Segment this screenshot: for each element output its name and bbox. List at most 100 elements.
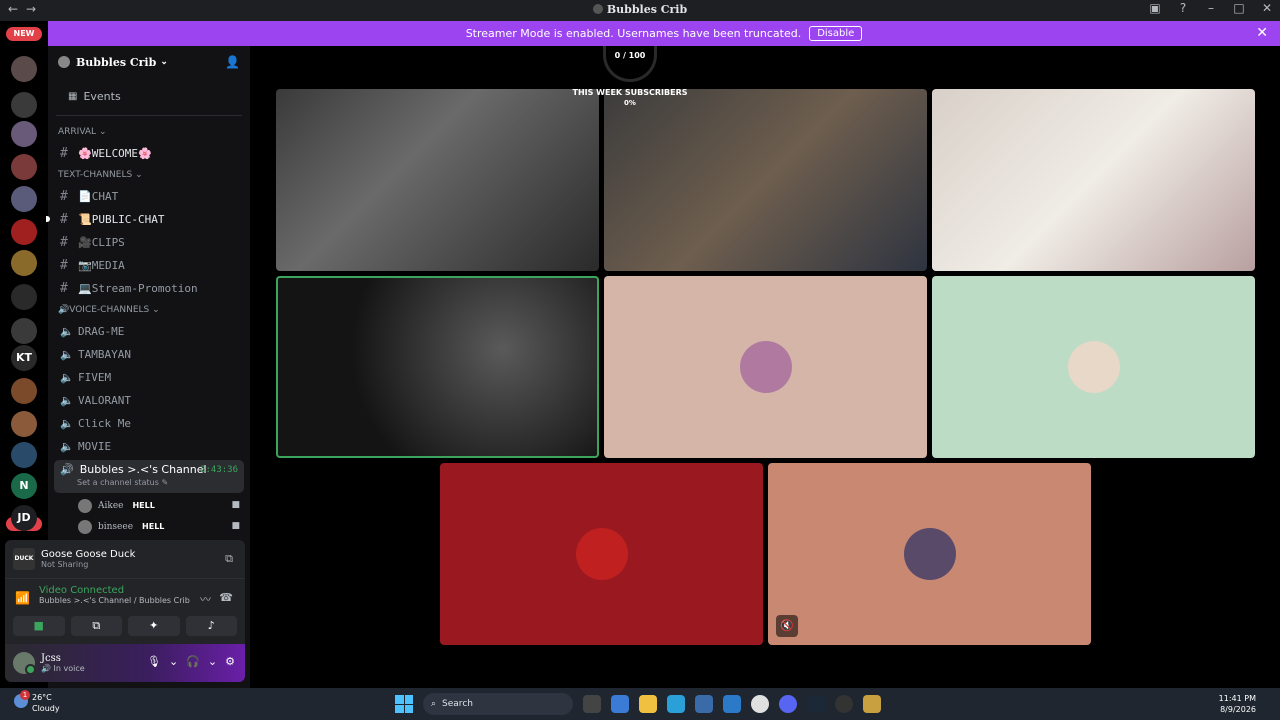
- weather-widget[interactable]: 1 26°C Cloudy: [14, 690, 60, 714]
- server-icon[interactable]: JD: [11, 505, 37, 531]
- activities-button[interactable]: ✦: [128, 616, 180, 636]
- category-header[interactable]: 🔊VOICE-CHANNELS ⌄: [48, 300, 250, 320]
- taskbar-search[interactable]: ⌕ Search: [423, 693, 573, 715]
- server-avatar: [58, 56, 70, 68]
- store-icon[interactable]: [695, 695, 713, 713]
- voice-channel[interactable]: 🔈 TAMBAYAN: [48, 343, 250, 366]
- weekly-subscribers: THIS WEEK SUBSCRIBERS 0%: [565, 88, 695, 107]
- server-icon[interactable]: [11, 56, 37, 82]
- nav-arrows[interactable]: ←→: [8, 2, 44, 16]
- voice-user[interactable]: binseee HELL ■: [48, 516, 250, 537]
- video-tile[interactable]: [932, 89, 1255, 271]
- text-channel[interactable]: # 🎥CLIPS: [48, 231, 250, 254]
- microphone-icon[interactable]: 🎙: [147, 655, 161, 668]
- username[interactable]: Jcss: [41, 653, 85, 664]
- clock[interactable]: 11:41 PM 8/9/2026: [1219, 693, 1256, 715]
- chevron-down-icon: ⌄: [160, 57, 168, 67]
- events-item[interactable]: ▦ Events: [56, 78, 242, 116]
- window-title: Bubbles Crib: [0, 3, 1280, 16]
- channel-name: 💻Stream-Promotion: [78, 282, 198, 295]
- minimize-icon[interactable]: –: [1204, 1, 1218, 15]
- disconnect-icon[interactable]: ☎: [219, 591, 233, 604]
- chrome-icon[interactable]: [751, 695, 769, 713]
- channel-status-button[interactable]: Set a channel status ✎: [77, 478, 238, 487]
- speaker-icon: 🔊: [41, 664, 54, 673]
- text-channel[interactable]: # 📄CHAT: [48, 185, 250, 208]
- text-channel[interactable]: # 📷MEDIA: [48, 254, 250, 277]
- category-header[interactable]: TEXT-CHANNELS ⌄: [48, 165, 250, 185]
- role-tag: HELL: [129, 500, 158, 511]
- voice-channel[interactable]: 🔈 MOVIE: [48, 435, 250, 458]
- avatar-tile[interactable]: [932, 276, 1255, 458]
- server-icon[interactable]: [11, 378, 37, 404]
- video-tile[interactable]: [604, 89, 927, 271]
- server-icon[interactable]: [11, 92, 37, 118]
- chevron-down-icon[interactable]: ⌄: [169, 655, 178, 668]
- file-explorer-icon[interactable]: [639, 695, 657, 713]
- avatar-tile[interactable]: 🔇: [768, 463, 1091, 645]
- voice-channel[interactable]: 🔈 VALORANT: [48, 389, 250, 412]
- headphones-icon[interactable]: 🎧: [186, 655, 200, 668]
- server-icon[interactable]: [11, 219, 37, 245]
- goal-text: 0 / 100: [614, 51, 646, 60]
- text-channel[interactable]: # 📜PUBLIC-CHAT: [46, 208, 250, 231]
- channel-name: 🌸WELCOME🌸: [78, 147, 152, 160]
- avatar-tile[interactable]: [604, 276, 927, 458]
- avatar[interactable]: [13, 652, 36, 675]
- hash-icon: #: [60, 235, 68, 250]
- voice-channel[interactable]: 🔈 Click Me: [48, 412, 250, 435]
- screen-share-button[interactable]: ⧉: [70, 616, 122, 636]
- server-icon[interactable]: [11, 284, 37, 310]
- activity-panel: DUCK Goose Goose Duck Not Sharing ⧉: [5, 540, 245, 578]
- active-voice-channel[interactable]: 🔊 Bubbles >.<'s Channel 2:43:36 Set a cha…: [54, 460, 244, 493]
- windows-start-icon[interactable]: [395, 695, 413, 713]
- video-tile[interactable]: [276, 276, 599, 458]
- task-view-icon[interactable]: [583, 695, 601, 713]
- edge-icon[interactable]: [667, 695, 685, 713]
- server-icon[interactable]: [11, 154, 37, 180]
- server-icon[interactable]: KT: [11, 345, 37, 371]
- hash-icon: #: [60, 146, 68, 161]
- server-icon[interactable]: [11, 411, 37, 437]
- server-icon[interactable]: N: [11, 473, 37, 499]
- invite-icon[interactable]: 👤: [225, 55, 240, 69]
- soundboard-button[interactable]: ♪: [185, 616, 237, 636]
- noise-suppression-icon[interactable]: 〰: [200, 591, 211, 607]
- share-screen-icon[interactable]: ⧉: [225, 552, 233, 566]
- new-badge[interactable]: NEW: [6, 27, 42, 41]
- inbox-icon[interactable]: ▣: [1148, 1, 1162, 15]
- widgets-app-icon[interactable]: [611, 695, 629, 713]
- server-icon[interactable]: [11, 318, 37, 344]
- hash-icon: #: [60, 281, 68, 296]
- server-header[interactable]: Bubbles Crib ⌄ 👤: [48, 46, 250, 78]
- server-icon[interactable]: [11, 186, 37, 212]
- steam-icon[interactable]: [807, 695, 825, 713]
- help-icon[interactable]: ?: [1176, 1, 1190, 15]
- disable-streamer-button[interactable]: Disable: [809, 26, 863, 41]
- game-app-icon[interactable]: [863, 695, 881, 713]
- avatar-tile[interactable]: [440, 463, 763, 645]
- speaker-icon: 🔈: [60, 417, 74, 430]
- text-channel[interactable]: # 💻Stream-Promotion: [48, 277, 250, 300]
- category-header[interactable]: ARRIVAL ⌄: [48, 122, 250, 142]
- discord-icon[interactable]: [779, 695, 797, 713]
- outlook-icon[interactable]: [723, 695, 741, 713]
- server-icon[interactable]: [11, 121, 37, 147]
- voice-channel[interactable]: 🔈 DRAG-ME: [48, 320, 250, 343]
- maximize-icon[interactable]: □: [1232, 1, 1246, 15]
- voice-channel[interactable]: 🔈 FIVEM: [48, 366, 250, 389]
- chevron-down-icon[interactable]: ⌄: [208, 655, 217, 668]
- app-icon[interactable]: [835, 695, 853, 713]
- channel-name: FIVEM: [78, 371, 112, 384]
- close-banner-icon[interactable]: ✕: [1256, 25, 1268, 41]
- close-window-icon[interactable]: ✕: [1260, 1, 1274, 15]
- camera-button[interactable]: ■: [13, 616, 65, 636]
- windows-taskbar: 1 26°C Cloudy ⌕ Search 11:41 PM 8/9/2026: [0, 688, 1280, 720]
- video-tile[interactable]: [276, 89, 599, 271]
- text-channel[interactable]: # 🌸WELCOME🌸: [48, 142, 250, 165]
- gear-icon[interactable]: ⚙: [225, 655, 235, 668]
- voice-user[interactable]: Aikee HELL ■: [48, 495, 250, 516]
- user-status-text: In voice: [53, 664, 85, 673]
- server-icon[interactable]: [11, 442, 37, 468]
- server-icon[interactable]: [11, 250, 37, 276]
